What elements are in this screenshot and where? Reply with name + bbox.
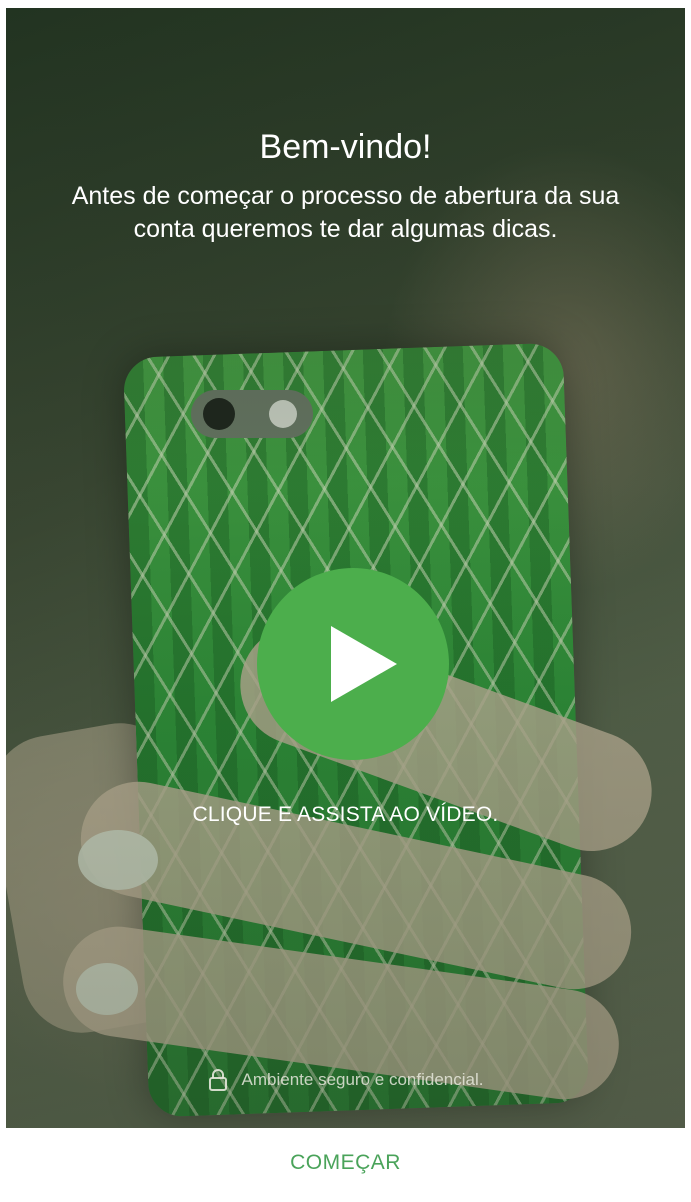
secure-environment-label: Ambiente seguro e confidencial. [241,1070,484,1089]
welcome-title: Bem-vindo! [259,128,432,166]
lock-icon [208,1068,228,1092]
welcome-subtitle: Antes de começar o processo de abertura … [71,182,620,243]
secure-environment-notice: Ambiente seguro e confidencial. [6,1068,685,1092]
welcome-screen: Bem-vindo! Antes de começar o processo d… [6,8,685,1198]
start-button[interactable]: COMEÇAR [6,1128,685,1198]
play-icon [331,626,397,702]
watch-video-link[interactable]: CLIQUE E ASSISTA AO VÍDEO. [6,803,685,827]
play-video-button[interactable] [257,568,449,760]
